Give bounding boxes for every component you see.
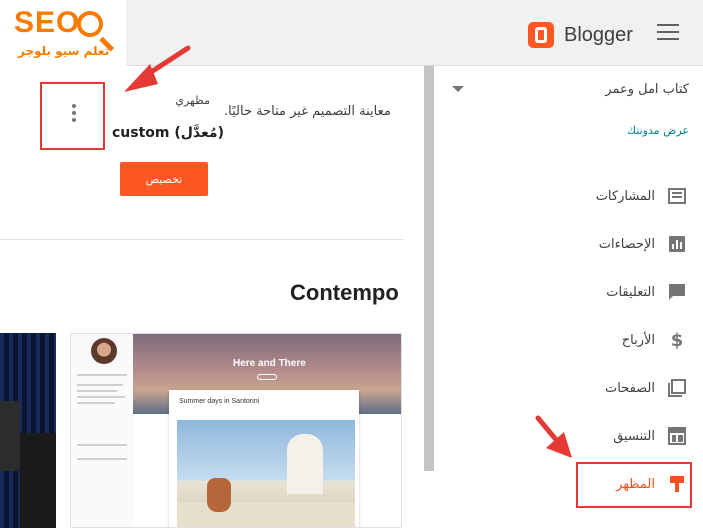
section-divider <box>0 239 403 240</box>
thumbnail-post-title: Summer days in Santorini <box>179 398 260 405</box>
arrow-to-theme <box>535 415 572 458</box>
pages-icon <box>667 378 687 398</box>
view-blog-link[interactable]: عرض مدونتك <box>627 124 689 137</box>
thumbnail-sidebar <box>71 334 133 527</box>
sidebar-item-label: التنسيق <box>613 428 655 444</box>
thumbnail-hero-title: Here and There <box>233 358 306 369</box>
comments-icon <box>667 282 687 302</box>
stats-icon <box>667 234 687 254</box>
app-name: Blogger <box>564 23 633 46</box>
sidebar-item-comments[interactable]: التعليقات <box>606 278 687 306</box>
dollar-icon: $ <box>670 329 684 351</box>
magnifier-icon <box>77 11 103 37</box>
sidebar-item-label: الإحصاءات <box>598 236 655 252</box>
blogger-brand[interactable]: Blogger <box>528 22 633 48</box>
scrollbar[interactable] <box>424 66 434 471</box>
preview-unavailable-text: معاينة التصميم غير متاحة حاليًا. <box>224 104 391 119</box>
sidebar-item-label: الصفحات <box>604 380 655 396</box>
sidebar-item-label: الأرباح <box>621 332 655 348</box>
seo-watermark-subtitle: تعلم سيو بلوجر <box>18 44 110 58</box>
sidebar-item-label: المشاركات <box>595 188 655 204</box>
annotation-box-theme <box>576 462 692 508</box>
theme-thumbnail-dark[interactable] <box>0 333 56 528</box>
sidebar-item-layout[interactable]: التنسيق <box>613 422 687 450</box>
thumbnail-post-card: Summer days in Santorini <box>169 390 359 527</box>
avatar <box>91 338 117 364</box>
sidebar-item-posts[interactable]: المشاركات <box>596 182 687 210</box>
theme-thumbnail-contempo[interactable]: Here and There Summer days in Santorini <box>70 333 402 528</box>
layout-icon <box>667 426 687 446</box>
blogger-logo-icon <box>528 22 554 48</box>
hamburger-icon[interactable] <box>657 24 679 42</box>
theme-gallery-title: Contempo <box>290 280 399 305</box>
seo-watermark-logo: SEO تعلم سيو بلوجر <box>0 0 126 66</box>
my-theme-label: مظهري <box>175 94 210 107</box>
theme-name: custom (مُعدَّل) <box>112 125 224 141</box>
thumbnail-post-photo <box>177 420 355 527</box>
blog-name[interactable]: كتاب امل وعمر <box>605 82 689 97</box>
customize-button[interactable]: تخصيص <box>120 162 208 196</box>
seo-watermark-text: SEO <box>14 6 81 39</box>
posts-icon <box>667 186 687 206</box>
annotation-box-more-options <box>40 82 105 150</box>
sidebar-item-pages[interactable]: الصفحات <box>605 374 687 402</box>
sidebar-item-earnings[interactable]: $ الأرباح <box>622 326 687 354</box>
blog-switcher-caret-icon[interactable] <box>452 86 464 92</box>
sidebar-item-label: التعليقات <box>606 284 655 300</box>
sidebar-item-stats[interactable]: الإحصاءات <box>599 230 687 258</box>
